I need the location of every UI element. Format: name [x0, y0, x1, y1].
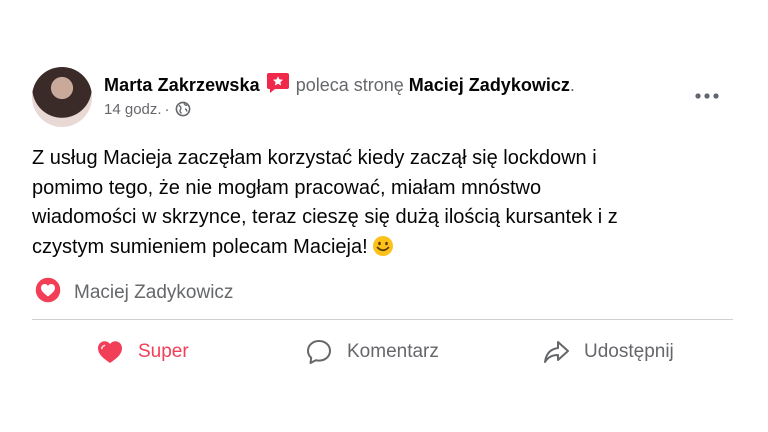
recommend-badge-icon — [266, 72, 290, 99]
post-meta: 14 godz. · — [104, 101, 191, 121]
super-label: Super — [138, 341, 189, 362]
smiling-face-emoji — [372, 235, 394, 267]
reaction-summary[interactable]: Maciej Zadykowicz — [34, 276, 233, 309]
recommended-page-link[interactable]: Maciej Zadykowicz — [409, 75, 570, 95]
comment-icon — [305, 338, 333, 366]
heart-icon — [96, 339, 124, 365]
comment-button[interactable]: Komentarz — [305, 334, 439, 370]
post-card: Marta Zakrzewska poleca stronę Maciej Zad… — [0, 0, 768, 432]
super-reaction-button[interactable]: Super — [96, 334, 189, 370]
author-name[interactable]: Marta Zakrzewska — [104, 75, 260, 95]
share-button[interactable]: Udostępnij — [542, 334, 674, 370]
share-arrow-icon — [542, 339, 570, 365]
post-timestamp[interactable]: 14 godz. — [104, 101, 162, 118]
recommends-text: poleca stronę — [295, 75, 404, 95]
heart-icon — [34, 276, 62, 309]
post-body: Z usług Macieja zaczęłam korzystać kiedy… — [32, 144, 732, 266]
reaction-user-name: Maciej Zadykowicz — [74, 282, 234, 303]
header-period: . — [569, 75, 575, 95]
actions-divider — [32, 319, 733, 320]
comment-label: Komentarz — [347, 341, 439, 362]
share-label: Udostępnij — [584, 341, 674, 362]
more-options-icon[interactable] — [693, 88, 721, 109]
post-header: Marta Zakrzewska poleca stronę Maciej Zad… — [104, 72, 575, 99]
meta-separator: · — [164, 101, 170, 118]
globe-icon — [175, 101, 191, 121]
avatar[interactable] — [32, 67, 92, 127]
post-actions: Super Komentarz Udostępnij — [32, 330, 733, 374]
post-text: Z usług Macieja zaczęłam korzystać kiedy… — [32, 147, 618, 258]
